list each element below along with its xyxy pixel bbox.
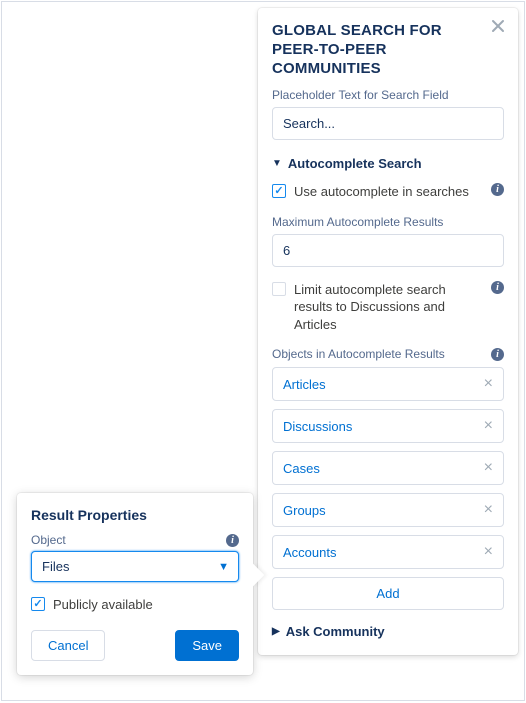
limit-autocomplete-label: Limit autocomplete search results to Dis… [294,281,485,334]
close-icon[interactable] [490,18,508,36]
use-autocomplete-label: Use autocomplete in searches [294,183,485,201]
info-icon[interactable] [491,183,504,196]
max-results-input[interactable] [272,234,504,267]
info-icon[interactable] [491,281,504,294]
chevron-right-icon [272,626,280,637]
limit-autocomplete-checkbox[interactable] [272,282,286,296]
remove-icon[interactable]: × [484,418,493,434]
object-pill: Groups × [272,493,504,527]
object-select[interactable]: Files [31,551,239,582]
object-pill-label[interactable]: Cases [283,461,320,476]
object-pill: Accounts × [272,535,504,569]
add-object-button[interactable]: Add [272,577,504,610]
remove-icon[interactable]: × [484,502,493,518]
objects-label: Objects in Autocomplete Results [272,347,445,361]
app-frame: GLOBAL SEARCH FOR PEER-TO-PEER COMMUNITI… [1,1,525,701]
remove-icon[interactable]: × [484,376,493,392]
publicly-available-checkbox[interactable] [31,597,45,611]
object-pill: Articles × [272,367,504,401]
info-icon[interactable] [491,348,504,361]
result-properties-popover: Result Properties Object Files ▼ Publicl… [17,493,253,675]
save-button[interactable]: Save [175,630,239,661]
object-pill: Discussions × [272,409,504,443]
info-icon[interactable] [226,534,239,547]
placeholder-text-label: Placeholder Text for Search Field [272,88,504,102]
cancel-button[interactable]: Cancel [31,630,105,661]
ask-community-section-toggle[interactable]: Ask Community [272,624,504,639]
global-search-settings-panel: GLOBAL SEARCH FOR PEER-TO-PEER COMMUNITI… [258,8,518,655]
autocomplete-section-toggle[interactable]: Autocomplete Search [272,156,504,171]
placeholder-text-input[interactable] [272,107,504,140]
object-pill-label[interactable]: Articles [283,377,326,392]
object-pill: Cases × [272,451,504,485]
objects-pill-list: Articles × Discussions × Cases × Groups … [272,367,504,610]
use-autocomplete-checkbox[interactable] [272,184,286,198]
object-pill-label[interactable]: Accounts [283,545,336,560]
autocomplete-section-label: Autocomplete Search [288,156,422,171]
max-results-label: Maximum Autocomplete Results [272,215,504,229]
remove-icon[interactable]: × [484,460,493,476]
object-pill-label[interactable]: Groups [283,503,326,518]
panel-title: GLOBAL SEARCH FOR PEER-TO-PEER COMMUNITI… [272,22,504,78]
popover-title: Result Properties [31,507,239,523]
object-pill-label[interactable]: Discussions [283,419,352,434]
object-field-label: Object [31,533,66,547]
chevron-down-icon [272,158,282,169]
ask-community-label: Ask Community [286,624,385,639]
publicly-available-label: Publicly available [53,596,239,614]
remove-icon[interactable]: × [484,544,493,560]
